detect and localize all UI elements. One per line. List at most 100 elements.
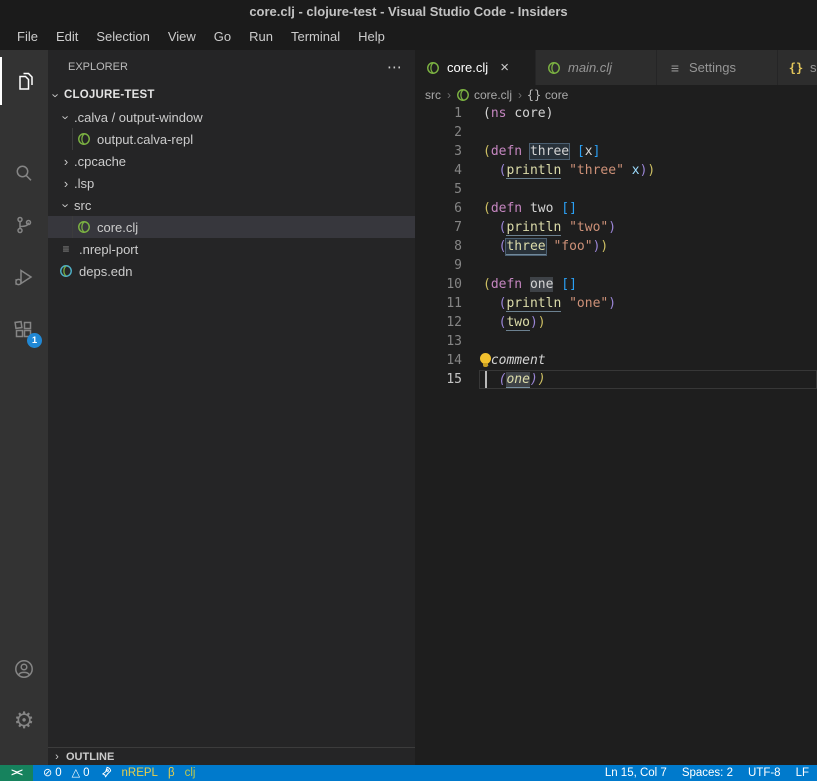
code-line[interactable]: 3(defn three [x] <box>415 142 817 161</box>
menu-item-file[interactable]: File <box>8 24 47 50</box>
extensions-icon[interactable]: 1 <box>0 306 48 354</box>
warning-icon: △ <box>72 768 80 779</box>
chevron-right-icon: › <box>518 88 522 102</box>
breadcrumb-label: src <box>425 88 441 102</box>
code-token: ) <box>530 315 538 330</box>
menu-item-run[interactable]: Run <box>240 24 282 50</box>
breadcrumb-item-core[interactable]: {}core <box>526 88 568 102</box>
tree-item-core-clj[interactable]: core.clj <box>48 216 415 238</box>
code-token <box>561 296 569 311</box>
lightbulb-icon[interactable] <box>480 353 491 364</box>
status-item-label: 0 <box>55 767 61 779</box>
account-icon[interactable] <box>0 645 48 693</box>
tree-root[interactable]: ›CLOJURE-TEST <box>48 84 415 106</box>
activity-bar: 1 ⚙ <box>0 50 48 765</box>
status-item-lf[interactable]: LF <box>796 767 809 779</box>
code-line[interactable]: 10(defn one [] <box>415 275 817 294</box>
tree-root-label: CLOJURE-TEST <box>64 89 155 101</box>
vscode-window: core.clj - clojure-test - Visual Studio … <box>0 0 817 781</box>
menu-item-go[interactable]: Go <box>205 24 240 50</box>
tree-item--nrepl-port[interactable]: ≡.nrepl-port <box>48 238 415 260</box>
code-token: x <box>585 144 593 159</box>
status-item-ln[interactable]: Ln 15, Col 7 <box>605 767 667 779</box>
status-item-utf-8[interactable]: UTF-8 <box>748 767 781 779</box>
code-token: comment <box>491 353 546 368</box>
settings-gear-icon[interactable]: ⚙ <box>0 697 48 745</box>
more-actions-icon[interactable]: ⋯ <box>387 58 403 76</box>
code-line[interactable]: 9 <box>415 256 817 275</box>
source-control-icon[interactable] <box>0 201 48 249</box>
tab-core-clj[interactable]: core.clj× <box>415 50 536 85</box>
rocket-status-item[interactable] <box>100 766 112 781</box>
close-icon[interactable]: × <box>500 61 509 75</box>
tab-label: Settings <box>689 60 736 75</box>
code-token: three <box>530 144 569 159</box>
code-token: ) <box>608 296 616 311</box>
code-token: ) <box>530 372 538 387</box>
tree-item-label: .lsp <box>74 176 94 191</box>
clojure-icon <box>455 88 471 102</box>
explorer-icon[interactable] <box>0 57 50 105</box>
sidebar-title: EXPLORER <box>68 61 128 73</box>
clojure-green-icon <box>76 219 92 235</box>
code-line[interactable]: 1(ns core) <box>415 104 817 123</box>
tab-bar: core.clj×main.clj≡Settings{}se <box>415 50 817 85</box>
code-line[interactable]: 4 (println "three" x)) <box>415 161 817 180</box>
clojure-icon <box>425 60 441 76</box>
warning-status-item[interactable]: △0 <box>72 767 90 779</box>
code-line[interactable]: 8 (three "foo")) <box>415 237 817 256</box>
breadcrumb-item-core-clj[interactable]: core.clj <box>455 88 512 102</box>
code-editor[interactable]: 1(ns core)23(defn three [x]4 (println "t… <box>415 104 817 765</box>
tree-item-label: .calva / output-window <box>74 110 203 125</box>
tab-main-clj[interactable]: main.clj <box>536 50 657 85</box>
code-line[interactable]: 5 <box>415 180 817 199</box>
search-icon[interactable] <box>0 149 48 197</box>
status-item-β[interactable]: β <box>168 767 175 779</box>
clojure-green-icon <box>76 131 92 147</box>
breadcrumb-label: core.clj <box>474 88 512 102</box>
tree-item--lsp[interactable]: ›.lsp <box>48 172 415 194</box>
code-token: [ <box>577 144 585 159</box>
code-line[interactable]: 7 (println "two") <box>415 218 817 237</box>
code-line[interactable]: 2 <box>415 123 817 142</box>
code-token <box>522 201 530 216</box>
status-item-label: 0 <box>83 767 89 779</box>
code-token: ( <box>483 106 491 121</box>
status-item-spaces[interactable]: Spaces: 2 <box>682 767 733 779</box>
code-token: two <box>506 315 529 331</box>
status-item-label: β <box>168 767 175 779</box>
code-token: println <box>506 296 561 312</box>
tree-item-label: deps.edn <box>79 264 133 279</box>
code-token: ns <box>491 106 507 121</box>
code-line[interactable]: 12 (two)) <box>415 313 817 332</box>
tree-item-deps-edn[interactable]: deps.edn <box>48 260 415 282</box>
menu-item-help[interactable]: Help <box>349 24 394 50</box>
breadcrumb-item-src[interactable]: src <box>425 88 441 102</box>
code-token: core <box>514 106 545 121</box>
code-line[interactable]: 11 (println "one") <box>415 294 817 313</box>
code-line[interactable]: 14(comment <box>415 351 817 370</box>
menu-item-terminal[interactable]: Terminal <box>282 24 349 50</box>
menu-item-view[interactable]: View <box>159 24 205 50</box>
tab-settings[interactable]: ≡Settings <box>657 50 778 85</box>
line-number: 2 <box>415 123 462 142</box>
run-debug-icon[interactable] <box>0 253 48 301</box>
status-item-nrepl[interactable]: nREPL <box>122 767 158 779</box>
status-item-clj[interactable]: clj <box>185 767 196 779</box>
tree-item-output-calva-repl[interactable]: output.calva-repl <box>48 128 415 150</box>
code-token: ( <box>483 201 491 216</box>
code-line[interactable]: 6(defn two [] <box>415 199 817 218</box>
tab-se[interactable]: {}se <box>778 50 817 85</box>
error-status-item[interactable]: ⊘0 <box>43 767 62 779</box>
menu-item-edit[interactable]: Edit <box>47 24 87 50</box>
tree-item-label: core.clj <box>97 220 138 235</box>
tree-item--cpcache[interactable]: ›.cpcache <box>48 150 415 172</box>
code-line[interactable]: 15 (one)) <box>415 370 817 389</box>
code-token: [ <box>561 201 569 216</box>
tree-item-src[interactable]: ›src <box>48 194 415 216</box>
code-line[interactable]: 13 <box>415 332 817 351</box>
tree-item--calva-output-window[interactable]: ›.calva / output-window <box>48 106 415 128</box>
remote-indicator[interactable]: >< <box>0 765 33 781</box>
outline-section[interactable]: › OUTLINE <box>48 747 415 765</box>
menu-item-selection[interactable]: Selection <box>87 24 158 50</box>
